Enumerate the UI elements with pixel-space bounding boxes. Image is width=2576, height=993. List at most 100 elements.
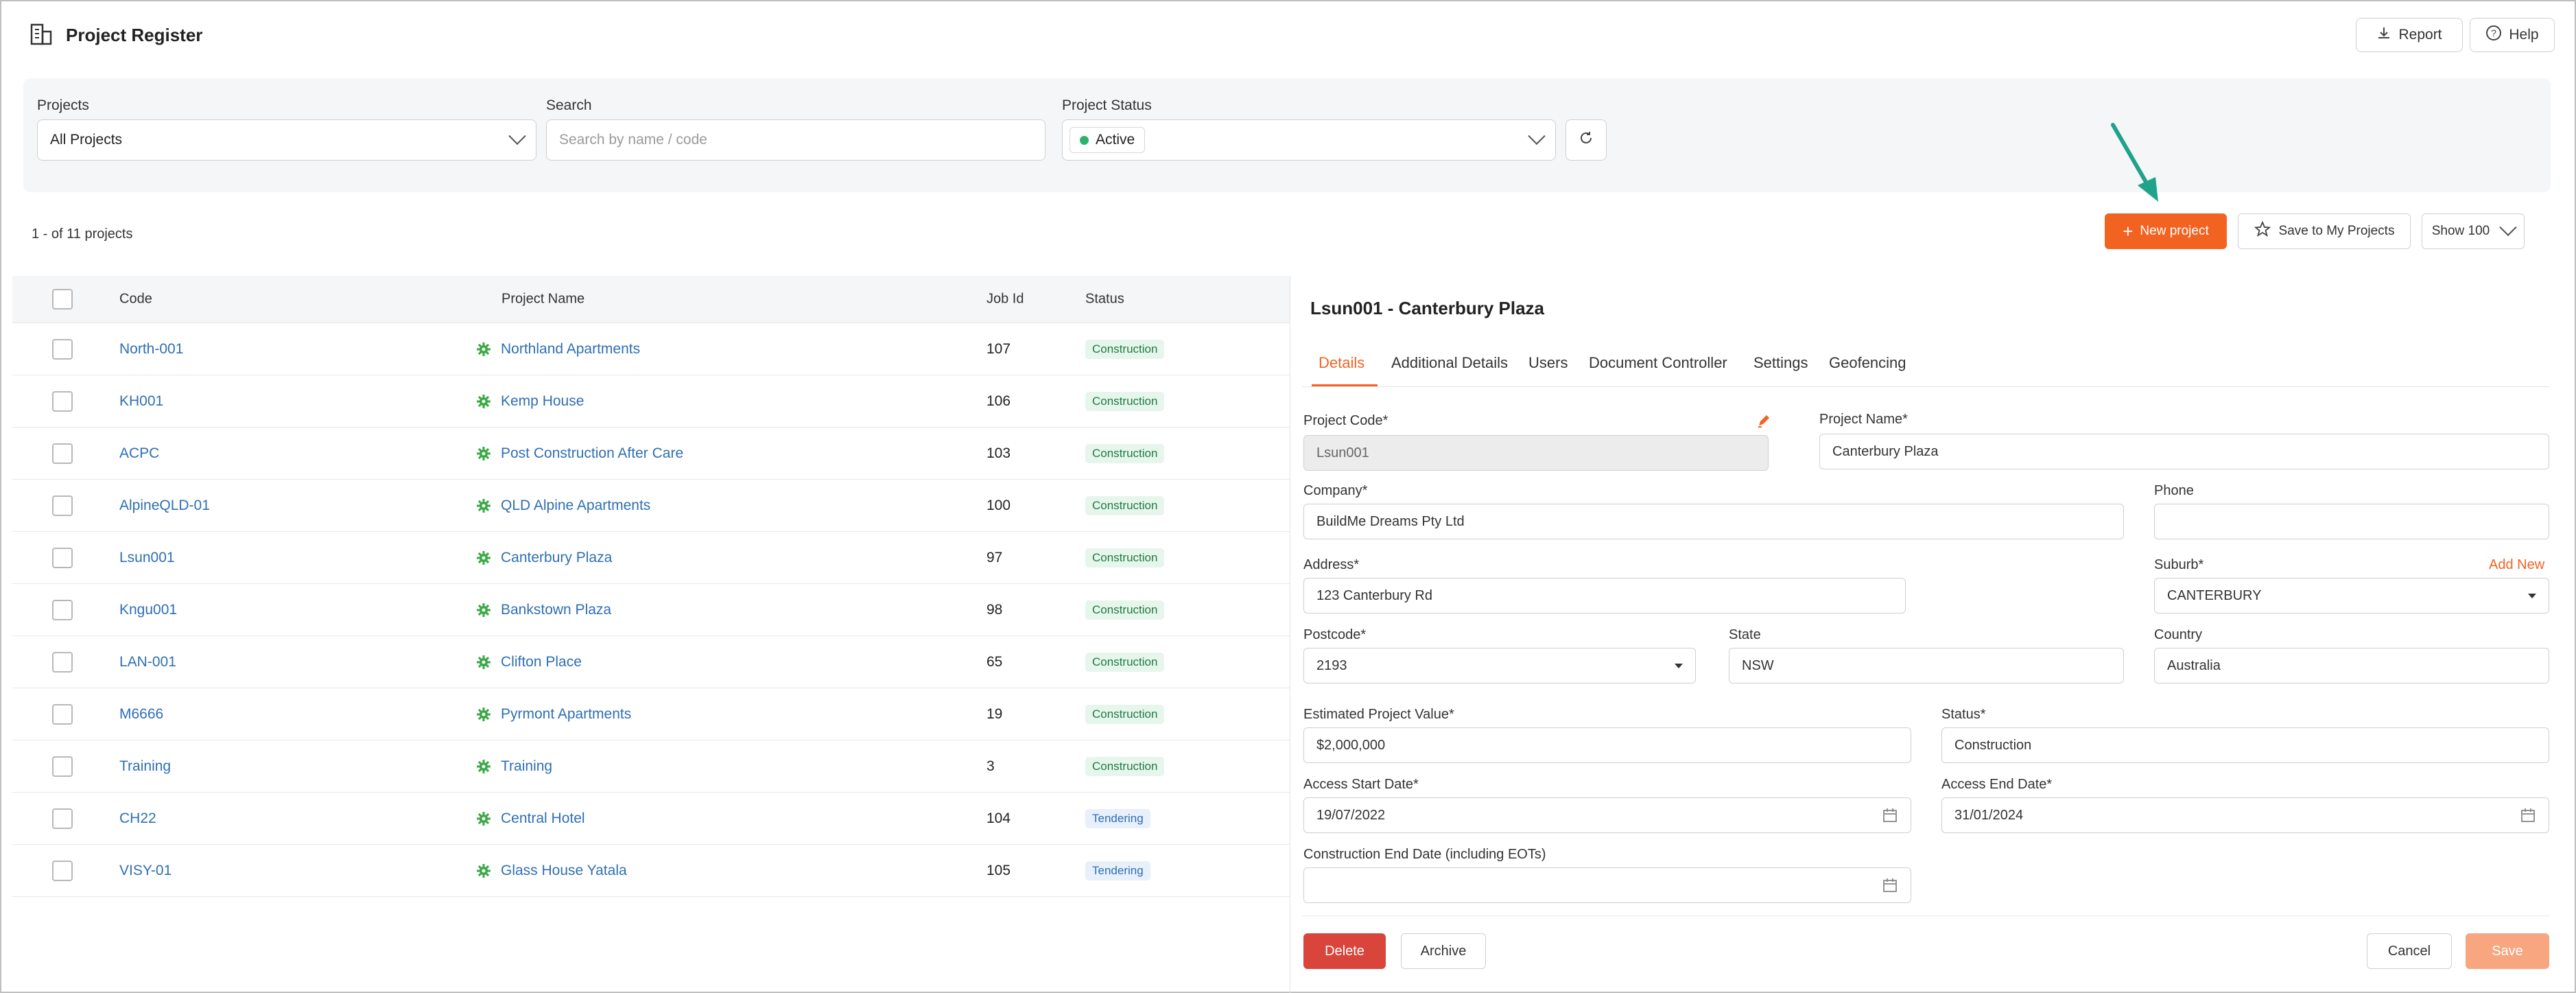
- table-row[interactable]: AlpineQLD-01 QLD Alpine Apartments 100 Cons…: [12, 480, 1290, 532]
- tab-additional-details[interactable]: Additional Details: [1391, 354, 1508, 372]
- search-input[interactable]: Search by name / code: [546, 119, 1045, 161]
- project-code-link[interactable]: VISY-01: [119, 863, 172, 879]
- select-all-checkbox[interactable]: [52, 289, 73, 309]
- column-header-name[interactable]: Project Name: [501, 292, 584, 307]
- row-checkbox[interactable]: [52, 808, 73, 829]
- job-id-cell: 65: [986, 653, 1003, 670]
- status-badge: Construction: [1085, 756, 1165, 776]
- project-code-link[interactable]: M6666: [119, 706, 163, 723]
- phone-field[interactable]: [2154, 504, 2549, 539]
- project-name-link[interactable]: QLD Alpine Apartments: [501, 498, 650, 513]
- project-name-field[interactable]: Canterbury Plaza: [1819, 434, 2549, 469]
- project-name-link[interactable]: Northland Apartments: [501, 341, 640, 357]
- calendar-icon[interactable]: [1882, 877, 1898, 893]
- column-header-code[interactable]: Code: [119, 292, 152, 307]
- page-size-select[interactable]: Show 100: [2422, 213, 2525, 249]
- tab-users[interactable]: Users: [1528, 354, 1568, 372]
- access-end-field[interactable]: 31/01/2024: [1941, 797, 2549, 833]
- calendar-icon[interactable]: [2520, 807, 2536, 823]
- table-row[interactable]: KH001 Kemp House 106 Construction: [12, 375, 1290, 428]
- help-button[interactable]: ? Help: [2470, 18, 2555, 52]
- table-row[interactable]: Training Training 3 Construction: [12, 740, 1290, 793]
- new-project-button[interactable]: + New project: [2105, 213, 2227, 249]
- project-code-link[interactable]: ACPC: [119, 445, 159, 462]
- tab-details[interactable]: Details: [1319, 354, 1364, 372]
- green-dot-icon: [1080, 135, 1089, 145]
- add-new-link[interactable]: Add New: [2489, 557, 2544, 573]
- cancel-button[interactable]: Cancel: [2367, 933, 2452, 969]
- row-checkbox[interactable]: [52, 860, 73, 881]
- row-checkbox[interactable]: [52, 443, 73, 464]
- tab-document-controller[interactable]: Document Controller: [1589, 354, 1727, 372]
- archive-button[interactable]: Archive: [1401, 933, 1486, 969]
- status-field[interactable]: Construction: [1941, 727, 2549, 763]
- suburb-select[interactable]: CANTERBURY: [2154, 578, 2549, 614]
- company-label: Company*: [1303, 483, 1368, 498]
- project-code-link[interactable]: North-001: [119, 341, 183, 358]
- project-name-link[interactable]: Training: [501, 758, 552, 774]
- project-status-select[interactable]: Active: [1062, 119, 1556, 161]
- row-checkbox[interactable]: [52, 495, 73, 516]
- project-code-link[interactable]: Lsun001: [119, 550, 175, 566]
- row-checkbox[interactable]: [52, 390, 73, 412]
- refresh-button[interactable]: [1565, 119, 1607, 161]
- tab-geofencing[interactable]: Geofencing: [1829, 354, 1906, 372]
- company-field[interactable]: BuildMe Dreams Pty Ltd: [1303, 504, 2124, 539]
- calendar-icon[interactable]: [1882, 807, 1898, 823]
- project-name-link[interactable]: Central Hotel: [501, 810, 585, 826]
- project-name-link[interactable]: Pyrmont Apartments: [501, 706, 631, 722]
- table-row[interactable]: CH22 Central Hotel 104 Tendering: [12, 793, 1290, 845]
- project-name-link[interactable]: Glass House Yatala: [501, 863, 627, 878]
- table-row[interactable]: North-001 Northland Apartments 107 Construc…: [12, 323, 1290, 375]
- construction-end-field[interactable]: [1303, 867, 1911, 903]
- project-code-link[interactable]: CH22: [119, 810, 156, 827]
- table-row[interactable]: LAN-001 Clifton Place 65 Construction: [12, 636, 1290, 688]
- status-chip-active[interactable]: Active: [1070, 127, 1146, 153]
- job-id-cell: 105: [986, 862, 1011, 878]
- row-checkbox[interactable]: [52, 338, 73, 360]
- table-row[interactable]: M6666 Pyrmont Apartments 19 Construction: [12, 688, 1290, 740]
- table-row[interactable]: ACPC Post Construction After Care 103 Const…: [12, 428, 1290, 480]
- projects-select[interactable]: All Projects: [37, 119, 536, 161]
- country-field[interactable]: Australia: [2154, 648, 2549, 684]
- state-field[interactable]: NSW: [1729, 648, 2124, 684]
- chevron-down-icon: [1528, 127, 1546, 145]
- address-field[interactable]: 123 Canterbury Rd: [1303, 578, 1906, 614]
- delete-button[interactable]: Delete: [1303, 933, 1386, 969]
- chevron-down-icon: [2499, 218, 2517, 237]
- column-header-job-id[interactable]: Job Id: [986, 292, 1024, 307]
- project-name-link[interactable]: Bankstown Plaza: [501, 602, 611, 618]
- row-checkbox[interactable]: [52, 547, 73, 568]
- row-checkbox[interactable]: [52, 756, 73, 777]
- save-to-my-projects-button[interactable]: Save to My Projects: [2238, 213, 2411, 249]
- postcode-select[interactable]: 2193: [1303, 648, 1696, 684]
- project-status-label: Project Status: [1062, 97, 1152, 113]
- tab-settings[interactable]: Settings: [1753, 354, 1808, 372]
- detail-title: Lsun001 - Canterbury Plaza: [1310, 298, 1544, 318]
- project-code-link[interactable]: KH001: [119, 393, 163, 410]
- row-checkbox[interactable]: [52, 703, 73, 725]
- column-header-status[interactable]: Status: [1085, 292, 1124, 307]
- project-name-link[interactable]: Kemp House: [501, 393, 584, 409]
- project-code-link[interactable]: Kngu001: [119, 602, 177, 618]
- row-checkbox[interactable]: [52, 599, 73, 620]
- project-code-link[interactable]: AlpineQLD-01: [119, 498, 210, 514]
- status-badge: Construction: [1085, 391, 1165, 411]
- save-button[interactable]: Save: [2466, 933, 2549, 969]
- job-id-cell: 3: [986, 758, 995, 774]
- project-name-link[interactable]: Clifton Place: [501, 654, 582, 670]
- table-row[interactable]: Kngu001 Bankstown Plaza 98 Construction: [12, 584, 1290, 636]
- table-row[interactable]: VISY-01 Glass House Yatala 105 Tendering: [12, 845, 1290, 897]
- status-badge: Construction: [1085, 495, 1165, 515]
- project-name-link[interactable]: Canterbury Plaza: [501, 550, 612, 565]
- edit-pencil-icon[interactable]: [1756, 413, 1771, 432]
- row-checkbox[interactable]: [52, 651, 73, 673]
- access-start-field[interactable]: 19/07/2022: [1303, 797, 1911, 833]
- estimated-value-field[interactable]: $2,000,000: [1303, 727, 1911, 763]
- project-name-link[interactable]: Post Construction After Care: [501, 445, 683, 461]
- refresh-icon: [1578, 130, 1594, 150]
- project-code-link[interactable]: Training: [119, 758, 171, 775]
- report-button[interactable]: Report: [2356, 18, 2463, 52]
- table-row[interactable]: Lsun001 Canterbury Plaza 97 Construction: [12, 532, 1290, 584]
- project-code-link[interactable]: LAN-001: [119, 654, 176, 670]
